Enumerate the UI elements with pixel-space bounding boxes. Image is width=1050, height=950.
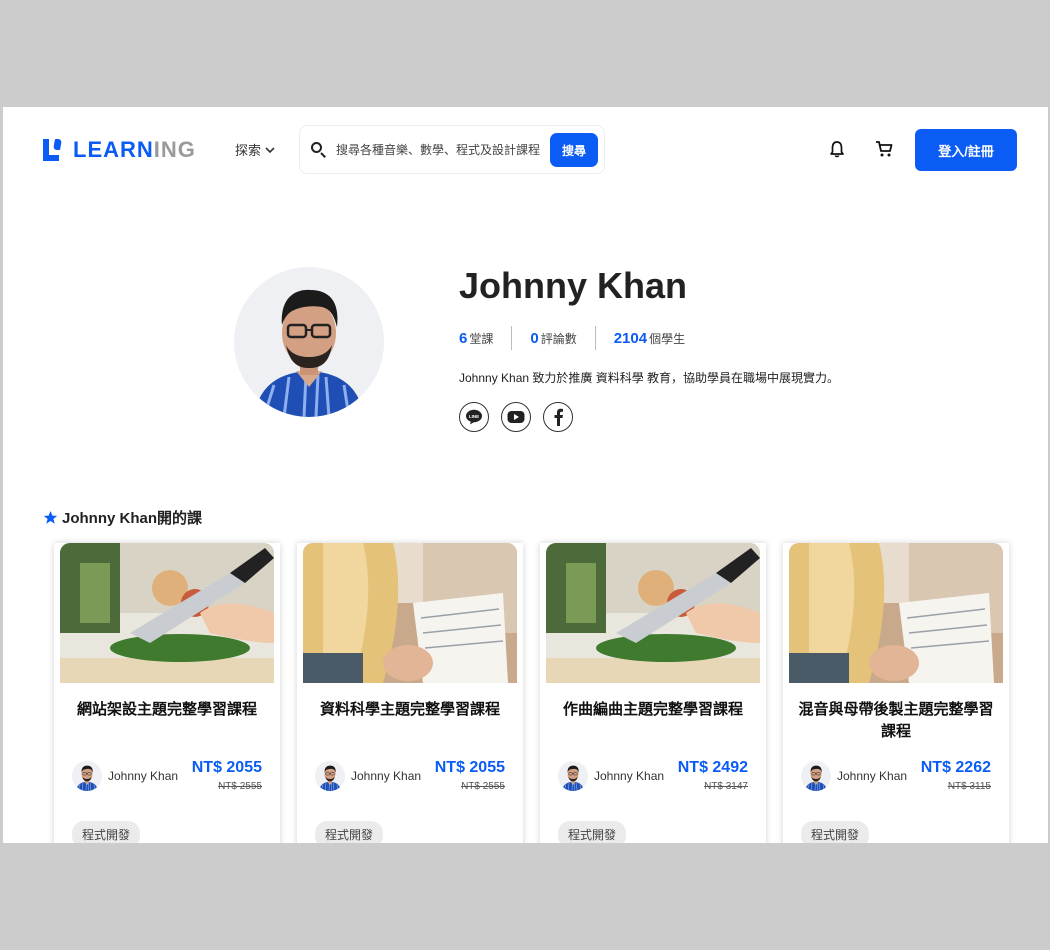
author-avatar (558, 761, 588, 791)
social-links: LINE (459, 402, 573, 432)
logo-text-primary: LEARN (73, 137, 154, 162)
instructor-name: Johnny Khan (459, 265, 688, 306)
author-avatar (315, 761, 345, 791)
course-card[interactable]: 網站架設主題完整學習課程 Johnny Khan NT$ 2055 NT$ 25… (54, 543, 280, 843)
star-icon (43, 510, 58, 524)
instructor-bio: Johnny Khan 致力於推廣 資料科學 教育，協助學員在職場中展現實力。 (459, 371, 840, 385)
chevron-down-icon (265, 146, 275, 153)
course-price-original: NT$ 3147 (704, 781, 748, 792)
course-price: NT$ 2262 NT$ 3115 (921, 759, 991, 792)
youtube-icon[interactable] (501, 402, 531, 432)
logo-text-secondary: ING (153, 137, 196, 162)
course-tag[interactable]: 程式開發 (801, 821, 870, 843)
stat-students: 2104 個學生 (594, 326, 703, 350)
logo-mark-icon (43, 137, 65, 163)
author-avatar (72, 761, 102, 791)
course-author-name: Johnny Khan (108, 769, 179, 783)
course-price: NT$ 2055 NT$ 2555 (192, 759, 262, 792)
stat-students-label: 個學生 (649, 331, 686, 346)
explore-label: 探索 (235, 143, 262, 158)
courses-section-title-text: Johnny Khan開的課 (62, 510, 203, 527)
search-button[interactable]: 搜尋 (550, 133, 598, 167)
instructor-stats: 6 堂課 0 評論數 2104 個學生 (459, 325, 703, 351)
course-price-original: NT$ 2555 (218, 781, 262, 792)
course-price-current: NT$ 2492 (677, 759, 748, 776)
course-author-name: Johnny Khan (837, 769, 908, 783)
stat-students-value: 2104 (613, 329, 648, 347)
search-input[interactable] (336, 142, 546, 157)
logo[interactable]: LEARNING (43, 137, 196, 163)
course-tag[interactable]: 程式開發 (558, 821, 627, 843)
course-title[interactable]: 網站架設主題完整學習課程 (60, 699, 274, 721)
courses-section-title: Johnny Khan開的課 (43, 507, 202, 528)
stat-courses-label: 堂課 (469, 331, 494, 346)
stat-reviews-value: 0 (530, 329, 539, 347)
line-icon[interactable]: LINE (459, 402, 489, 432)
course-image (789, 543, 1003, 683)
stat-courses-value: 6 (459, 329, 468, 347)
svg-text:LINE: LINE (469, 414, 479, 419)
bell-icon[interactable] (829, 140, 845, 158)
course-title[interactable]: 資料科學主題完整學習課程 (303, 699, 517, 721)
author-avatar (801, 761, 831, 791)
course-price-original: NT$ 3115 (947, 781, 991, 792)
course-author: Johnny Khan (315, 761, 421, 791)
course-author: Johnny Khan (558, 761, 664, 791)
course-tag[interactable]: 程式開發 (72, 821, 141, 843)
course-price-current: NT$ 2055 (191, 759, 262, 776)
course-image (303, 543, 517, 683)
course-author: Johnny Khan (801, 761, 907, 791)
stat-reviews: 0 評論數 (511, 326, 594, 350)
course-card[interactable]: 資料科學主題完整學習課程 Johnny Khan NT$ 2055 NT$ 25… (297, 543, 523, 843)
search-bar: 搜尋 (299, 125, 605, 174)
course-price: NT$ 2055 NT$ 2555 (435, 759, 505, 792)
instructor-avatar (234, 267, 384, 417)
page: LEARNING 探索 搜尋 登入/註冊 Johnny Khan 6 堂課 0 … (3, 107, 1048, 843)
search-icon (310, 141, 328, 159)
course-image (546, 543, 760, 683)
course-image (60, 543, 274, 683)
explore-menu[interactable]: 探索 (235, 140, 275, 159)
course-author-name: Johnny Khan (351, 769, 422, 783)
course-price-current: NT$ 2262 (920, 759, 991, 776)
course-author-name: Johnny Khan (594, 769, 665, 783)
course-price-current: NT$ 2055 (434, 759, 505, 776)
facebook-icon[interactable] (543, 402, 573, 432)
course-price: NT$ 2492 NT$ 3147 (678, 759, 748, 792)
login-register-button[interactable]: 登入/註冊 (915, 129, 1017, 171)
stat-reviews-label: 評論數 (540, 331, 577, 346)
course-price-original: NT$ 2555 (461, 781, 505, 792)
course-title[interactable]: 混音與母帶後製主題完整學習課程 (789, 699, 1003, 743)
stat-courses: 6 堂課 (459, 326, 511, 350)
course-tag[interactable]: 程式開發 (315, 821, 384, 843)
cart-icon[interactable] (875, 140, 893, 158)
course-title[interactable]: 作曲編曲主題完整學習課程 (546, 699, 760, 721)
course-card[interactable]: 作曲編曲主題完整學習課程 Johnny Khan NT$ 2492 NT$ 31… (540, 543, 766, 843)
course-author: Johnny Khan (72, 761, 178, 791)
course-card[interactable]: 混音與母帶後製主題完整學習課程 Johnny Khan NT$ 2262 NT$… (783, 543, 1009, 843)
